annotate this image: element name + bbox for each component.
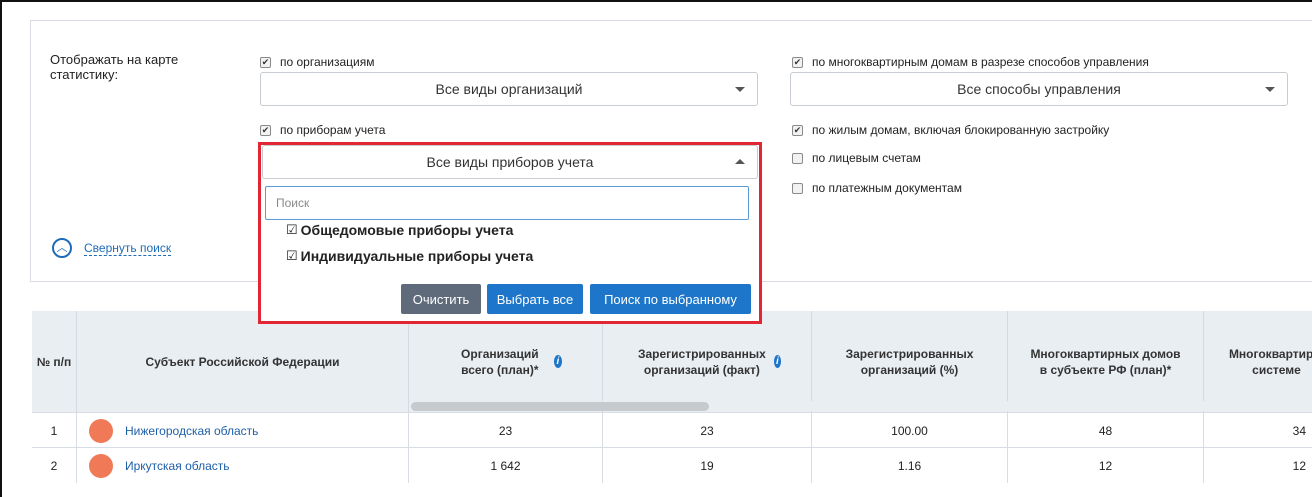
checkbox-checked-icon: ✔ [792, 124, 803, 136]
collapse-search-link[interactable]: Свернуть поиск [84, 241, 172, 256]
checkbox-by-mkd-label: по многоквартирным домам в разрезе спосо… [812, 55, 1149, 69]
info-icon[interactable]: i [773, 355, 781, 368]
th-num: № п/п [32, 311, 77, 412]
region-dot-icon [89, 453, 113, 478]
table-row: 2 Иркутская область 1 642 19 1.16 12 12 [32, 447, 1312, 497]
chevron-down-icon [1265, 87, 1275, 92]
info-icon[interactable]: i [553, 355, 562, 368]
checkbox-unchecked-icon [792, 152, 803, 164]
region-dot-icon [89, 418, 113, 443]
region-link[interactable]: Нижегородская область [125, 424, 258, 438]
checkbox-unchecked-icon [792, 182, 803, 194]
checkbox-by-houses-label: по жилым домам, включая блокированную за… [812, 123, 1110, 137]
cell-mkd-plan: 48 [1008, 413, 1204, 448]
checkbox-by-accounts[interactable]: по лицевым счетам [792, 151, 921, 165]
dropdown-highlight-border [258, 142, 762, 324]
th-orgs-total: Организаций всего (план)* i [409, 311, 603, 412]
cell-num: 2 [32, 448, 77, 483]
checkbox-by-accounts-label: по лицевым счетам [812, 151, 921, 165]
scrollbar-thumb[interactable] [411, 402, 709, 411]
cell-region: Нижегородская область [77, 413, 409, 448]
checkbox-by-meters[interactable]: ✔ по приборам учета [260, 123, 385, 137]
cell-orgs-total: 23 [409, 413, 603, 448]
cell-orgs-total: 1 642 [409, 448, 603, 483]
th-orgs-fact: Зарегистрированных организаций (факт) i [603, 311, 812, 412]
checkbox-by-mkd[interactable]: ✔ по многоквартирным домам в разрезе спо… [792, 55, 1149, 69]
org-types-value: Все виды организаций [435, 81, 583, 97]
mgmt-select[interactable]: Все способы управления [790, 72, 1288, 106]
th-orgs-fact-label: Зарегистрированных организаций (факт) [637, 346, 766, 377]
org-types-select[interactable]: Все виды организаций [260, 72, 758, 106]
checkbox-checked-icon: ✔ [260, 124, 271, 136]
checkbox-by-orgs-label: по организациям [280, 55, 375, 69]
stats-table: № п/п Субъект Российской Федерации Орган… [32, 311, 1312, 497]
checkbox-by-meters-label: по приборам учета [280, 123, 386, 137]
cell-orgs-pct: 1.16 [812, 448, 1008, 483]
cell-orgs-pct: 100.00 [812, 413, 1008, 448]
th-mkd-system-label: Многоквартир в системе [1228, 346, 1312, 377]
cell-orgs-fact: 19 [603, 448, 812, 483]
checkbox-checked-icon: ✔ [792, 56, 803, 68]
cell-orgs-fact: 23 [603, 413, 812, 448]
checkbox-by-payments[interactable]: по платежным документам [792, 181, 962, 195]
th-orgs-total-label: Организаций всего (план)* [461, 346, 539, 377]
th-mkd-system: Многоквартир в системе [1204, 311, 1312, 412]
mgmt-value: Все способы управления [957, 81, 1121, 97]
checkbox-by-orgs[interactable]: ✔ по организациям [260, 55, 374, 69]
cell-num: 1 [32, 413, 77, 448]
th-subject: Субъект Российской Федерации [77, 311, 409, 412]
chevron-up-circle-icon[interactable]: ︿ [52, 238, 72, 258]
cell-mkd-system: 12 [1292, 458, 1306, 473]
checkbox-by-payments-label: по платежным документам [812, 181, 962, 195]
table-row: 1 Нижегородская область 23 23 100.00 48 … [32, 412, 1312, 448]
collapse-search[interactable]: ︿ Свернуть поиск [52, 238, 172, 258]
th-mkd-plan: Многоквартирных домов в субъекте РФ (пла… [1008, 311, 1204, 412]
checkbox-checked-icon: ✔ [260, 56, 271, 68]
chevron-down-icon [735, 87, 745, 92]
cell-mkd-system: 34 [1292, 423, 1306, 438]
th-orgs-pct: Зарегистрированных организаций (%) [812, 311, 1008, 412]
cell-region: Иркутская область [77, 448, 409, 483]
checkbox-by-houses[interactable]: ✔ по жилым домам, включая блокированную … [792, 123, 1109, 137]
stat-label: Отображать на карте статистику: [50, 52, 179, 82]
region-link[interactable]: Иркутская область [125, 459, 230, 473]
cell-mkd-plan: 12 [1008, 448, 1204, 483]
